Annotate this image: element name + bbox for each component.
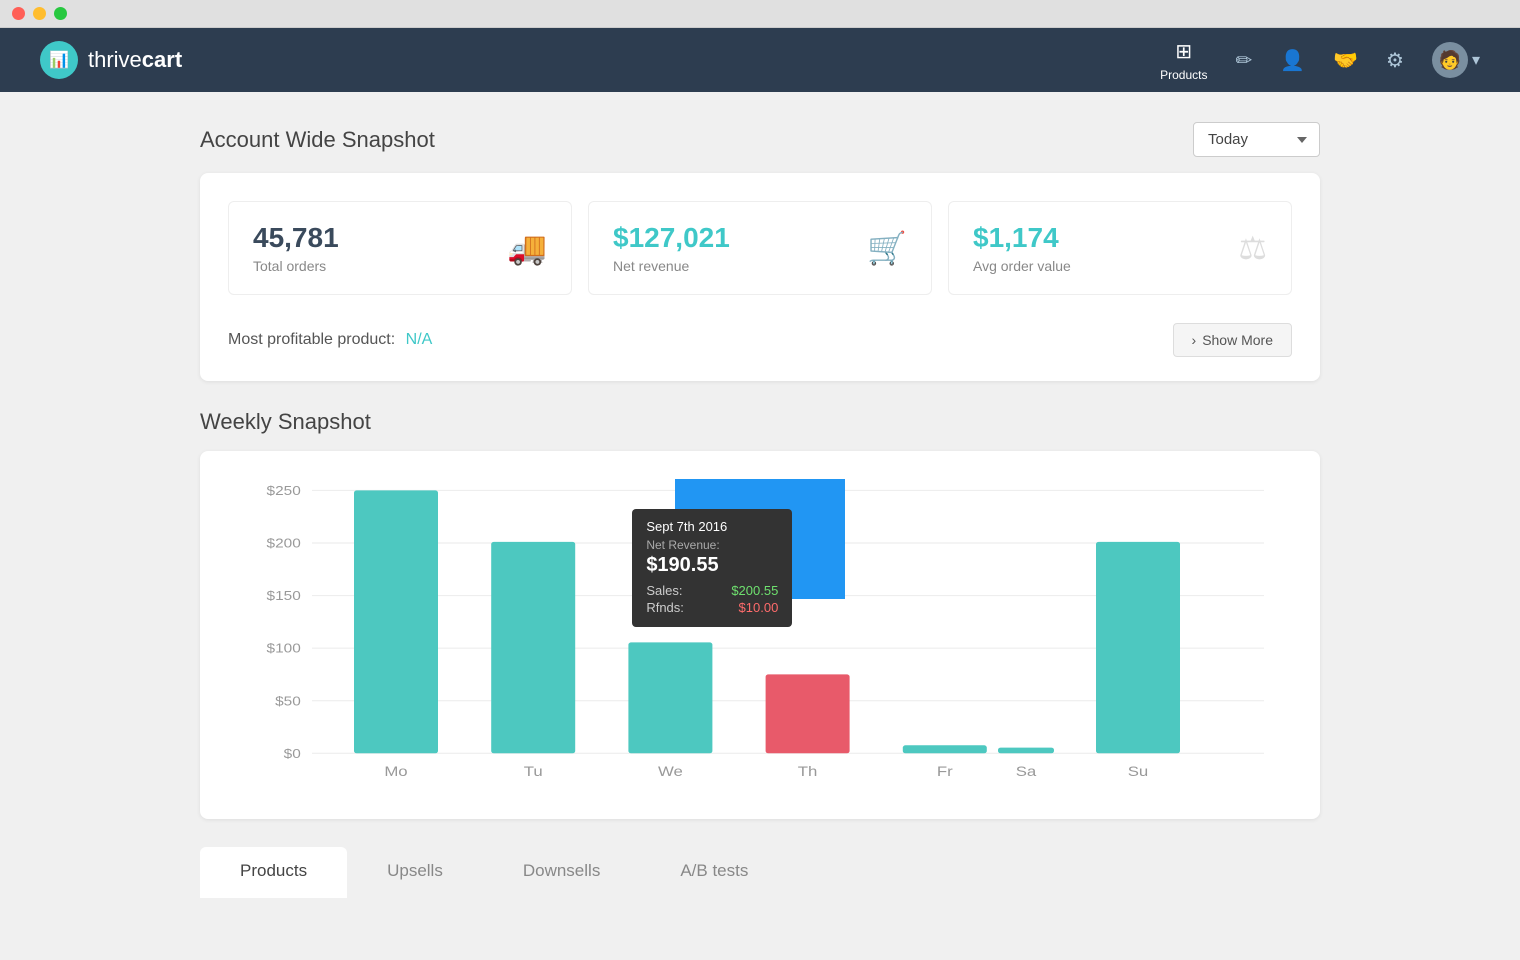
truck-icon: 🚚	[507, 229, 547, 267]
nav-settings[interactable]: ⚙	[1386, 48, 1404, 73]
close-button[interactable]	[12, 7, 25, 20]
stats-row: 45,781 Total orders 🚚 $127,021 Net reven…	[228, 201, 1292, 295]
nav-products[interactable]: ⊞ Products	[1160, 39, 1207, 82]
bar-sa[interactable]	[998, 748, 1054, 754]
svg-text:Su: Su	[1128, 765, 1149, 780]
stats-card: 45,781 Total orders 🚚 $127,021 Net reven…	[200, 173, 1320, 381]
tooltip-refunds-value: $10.00	[739, 600, 779, 615]
revenue-value: $127,021	[613, 222, 730, 254]
svg-text:Sa: Sa	[1016, 765, 1037, 780]
tooltip-refunds-label: Rfnds:	[646, 600, 684, 615]
tab-products[interactable]: Products	[200, 847, 347, 898]
svg-text:$100: $100	[267, 641, 301, 655]
user-avatar: 🧑	[1432, 42, 1468, 78]
brand-icon: 📊	[40, 41, 78, 79]
tooltip-sales-row: Sales: $200.55	[646, 583, 778, 598]
chart-container: ▶ Sept 7th 2016 Net Revenue: $190.55 Sal…	[228, 479, 1292, 799]
main-content: Account Wide Snapshot Today Yesterday Th…	[0, 92, 1520, 960]
stat-avg-order: $1,174 Avg order value ⚖	[948, 201, 1292, 295]
svg-text:$50: $50	[275, 694, 301, 708]
user-avatar-wrapper[interactable]: 🧑 ▾	[1432, 42, 1480, 78]
profitable-value[interactable]: N/A	[406, 331, 433, 348]
bar-th[interactable]	[766, 674, 850, 753]
tab-downsells[interactable]: Downsells	[483, 847, 640, 898]
tooltip-date: Sept 7th 2016	[646, 519, 778, 534]
navbar: 📊 thrivecart ⊞ Products ✏ 👤 🤝 ⚙ 🧑 ▾	[0, 28, 1520, 92]
period-select[interactable]: Today Yesterday This Week This Month All…	[1193, 122, 1320, 157]
bar-we[interactable]	[628, 642, 712, 753]
svg-text:Mo: Mo	[384, 765, 407, 780]
svg-text:We: We	[658, 765, 683, 780]
svg-text:$200: $200	[267, 536, 301, 550]
avg-order-value: $1,174	[973, 222, 1071, 254]
bar-su[interactable]	[1096, 542, 1180, 753]
show-more-label: Show More	[1202, 332, 1273, 348]
handshake-icon: 🤝	[1333, 48, 1358, 73]
tooltip-sales-label: Sales:	[646, 583, 682, 598]
user-icon: 👤	[1280, 48, 1305, 73]
svg-text:Fr: Fr	[937, 765, 953, 780]
stat-orders: 45,781 Total orders 🚚	[228, 201, 572, 295]
grid-icon: ⊞	[1175, 39, 1192, 64]
avg-order-label: Avg order value	[973, 258, 1071, 274]
cart-icon: 🛒	[867, 229, 907, 267]
revenue-label: Net revenue	[613, 258, 730, 274]
pencil-icon: ✏	[1235, 48, 1252, 73]
snapshot-header: Account Wide Snapshot Today Yesterday Th…	[200, 122, 1320, 157]
scale-icon: ⚖	[1238, 229, 1267, 267]
svg-text:$250: $250	[267, 483, 301, 497]
navbar-nav: ⊞ Products ✏ 👤 🤝 ⚙ 🧑 ▾	[1160, 39, 1480, 82]
orders-value: 45,781	[253, 222, 339, 254]
bottom-tabs: Products Upsells Downsells A/B tests	[200, 847, 1320, 898]
window-chrome	[0, 0, 1520, 28]
orders-label: Total orders	[253, 258, 339, 274]
tooltip-refunds-row: Rfnds: $10.00	[646, 600, 778, 615]
svg-text:$0: $0	[284, 746, 301, 760]
gear-icon: ⚙	[1386, 48, 1404, 73]
brand-name: thrivecart	[88, 47, 182, 73]
tooltip-sales-value: $200.55	[731, 583, 778, 598]
snapshot-title: Account Wide Snapshot	[200, 127, 435, 153]
chart-tooltip: Sept 7th 2016 Net Revenue: $190.55 Sales…	[632, 509, 792, 627]
svg-text:Th: Th	[798, 765, 818, 780]
profitable-text: Most profitable product: N/A	[228, 331, 432, 349]
tab-ab-tests[interactable]: A/B tests	[640, 847, 788, 898]
weekly-title: Weekly Snapshot	[200, 409, 1320, 435]
brand-logo[interactable]: 📊 thrivecart	[40, 41, 182, 79]
chevron-down-icon: ▾	[1472, 50, 1480, 70]
maximize-button[interactable]	[54, 7, 67, 20]
tab-upsells[interactable]: Upsells	[347, 847, 483, 898]
tooltip-net-revenue-value: $190.55	[646, 554, 778, 577]
chevron-right-icon: ›	[1192, 332, 1197, 348]
nav-affiliates[interactable]: 🤝	[1333, 48, 1358, 73]
tooltip-net-revenue-label: Net Revenue:	[646, 538, 778, 552]
profitable-label: Most profitable product:	[228, 331, 395, 348]
minimize-button[interactable]	[33, 7, 46, 20]
show-more-button[interactable]: › Show More	[1173, 323, 1292, 357]
profitable-row: Most profitable product: N/A › Show More	[228, 323, 1292, 357]
bar-fr[interactable]	[903, 745, 987, 753]
nav-edit[interactable]: ✏	[1235, 48, 1252, 73]
svg-text:Tu: Tu	[524, 765, 543, 780]
svg-text:$150: $150	[267, 589, 301, 603]
bar-tu[interactable]	[491, 542, 575, 753]
bar-mo[interactable]	[354, 490, 438, 753]
nav-users[interactable]: 👤	[1280, 48, 1305, 73]
nav-products-label: Products	[1160, 68, 1207, 82]
chart-card: ▶ Sept 7th 2016 Net Revenue: $190.55 Sal…	[200, 451, 1320, 819]
stat-revenue: $127,021 Net revenue 🛒	[588, 201, 932, 295]
